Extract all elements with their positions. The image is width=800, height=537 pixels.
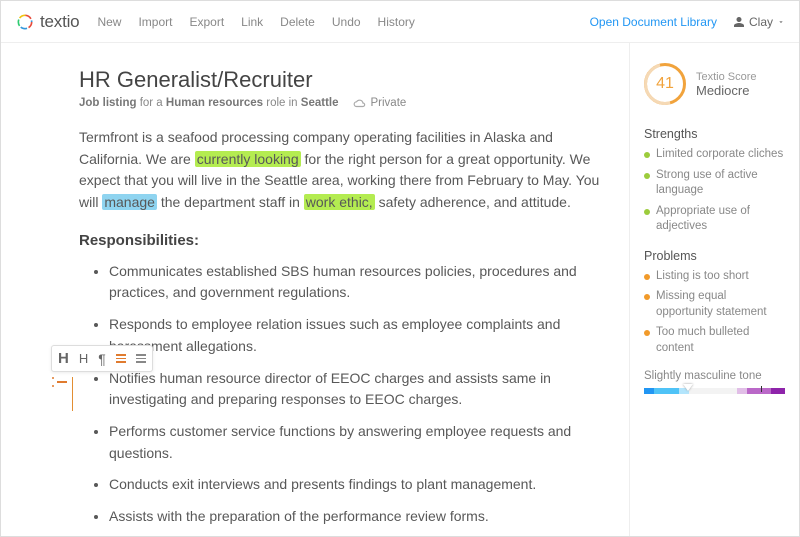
strengths-heading: Strengths — [644, 127, 785, 141]
list-item[interactable]: Strong use of active language — [644, 168, 785, 199]
user-icon — [733, 16, 745, 28]
bullet-list-button[interactable] — [116, 354, 126, 363]
topbar: textio New Import Export Link Delete Und… — [1, 1, 799, 43]
section-heading[interactable]: Responsibilities: — [79, 232, 621, 249]
score-rating: Mediocre — [696, 83, 757, 98]
menu-history[interactable]: History — [378, 15, 415, 29]
menu-delete[interactable]: Delete — [280, 15, 315, 29]
score-title: Textio Score — [696, 71, 757, 83]
tone-segment — [747, 388, 771, 394]
bullet-list-icon — [116, 354, 126, 363]
format-toolbar: H H ¶ — [51, 345, 153, 372]
tone-segment — [737, 388, 747, 394]
problems-heading: Problems — [644, 249, 785, 263]
tone-tick-icon — [761, 386, 762, 392]
tone-pointer-icon — [683, 384, 693, 391]
problems-list: Listing is too short Missing equal oppor… — [644, 269, 785, 357]
sub-prefix: Job listing — [79, 97, 137, 109]
list-item[interactable]: Notifies human resource director of EEOC… — [109, 368, 621, 411]
cloud-icon — [353, 98, 367, 108]
menu-import[interactable]: Import — [138, 15, 172, 29]
privacy-toggle[interactable]: Private — [353, 97, 407, 109]
sub-location: Seattle — [301, 97, 339, 109]
list-item[interactable]: Responds to employee relation issues suc… — [109, 314, 621, 357]
list-item[interactable]: Appropriate use of adjectives — [644, 204, 785, 235]
user-menu[interactable]: Clay — [733, 15, 785, 29]
strengths-list: Limited corporate cliches Strong use of … — [644, 147, 785, 235]
list-item[interactable]: Listing is too short — [644, 269, 785, 285]
list-indicator-icon — [57, 377, 67, 387]
heading1-button[interactable]: H — [58, 350, 69, 367]
highlight-phrase[interactable]: work ethic, — [304, 194, 375, 210]
brand-logo-icon — [15, 12, 35, 32]
list-item[interactable]: Communicates established SBS human resou… — [109, 261, 621, 304]
numbered-list-icon — [136, 354, 146, 363]
tone-segment — [644, 388, 654, 394]
bullet-list[interactable]: Communicates established SBS human resou… — [79, 261, 621, 528]
menu-link[interactable]: Link — [241, 15, 263, 29]
tone-meter[interactable] — [644, 388, 785, 394]
highlight-phrase[interactable]: currently looking — [195, 151, 301, 167]
brand[interactable]: textio — [15, 12, 79, 32]
list-item[interactable]: Assists with the preparation of the perf… — [109, 506, 621, 528]
active-line-rule — [72, 377, 73, 411]
list-item[interactable]: Too much bulleted content — [644, 325, 785, 356]
doc-title[interactable]: HR Generalist/Recruiter — [79, 67, 621, 93]
tone-segment — [689, 388, 737, 394]
highlight-phrase[interactable]: manage — [102, 194, 157, 210]
tone-segment — [771, 388, 785, 394]
list-item[interactable]: Conducts exit interviews and presents fi… — [109, 474, 621, 496]
brand-name: textio — [40, 12, 79, 32]
list-item[interactable]: Limited corporate cliches — [644, 147, 785, 163]
sidebar: 41 Textio Score Mediocre Strengths Limit… — [629, 43, 799, 536]
sub-category: Human resources — [166, 97, 263, 109]
menu-export[interactable]: Export — [189, 15, 224, 29]
tone-label: Slightly masculine tone — [644, 370, 785, 382]
doc-subtitle: Job listing for a Human resources role i… — [79, 97, 621, 109]
heading2-button[interactable]: H — [79, 351, 88, 366]
menu-new[interactable]: New — [97, 15, 121, 29]
tone-segment — [654, 388, 679, 394]
paragraph-button[interactable]: ¶ — [98, 351, 106, 367]
list-item[interactable]: Performs customer service functions by a… — [109, 421, 621, 464]
user-name: Clay — [749, 15, 773, 29]
menu-undo[interactable]: Undo — [332, 15, 361, 29]
privacy-label: Private — [371, 97, 407, 109]
main-menu: New Import Export Link Delete Undo Histo… — [97, 15, 414, 29]
open-library-link[interactable]: Open Document Library — [590, 15, 717, 29]
doc-paragraph[interactable]: Termfront is a seafood processing compan… — [79, 127, 621, 214]
numbered-list-button[interactable] — [136, 354, 146, 363]
editor[interactable]: HR Generalist/Recruiter Job listing for … — [1, 43, 629, 536]
score-block[interactable]: 41 Textio Score Mediocre — [644, 63, 785, 105]
chevron-down-icon — [777, 18, 785, 26]
score-value: 41 — [656, 75, 674, 93]
score-ring-icon: 41 — [644, 63, 686, 105]
list-item[interactable]: Missing equal opportunity statement — [644, 289, 785, 320]
